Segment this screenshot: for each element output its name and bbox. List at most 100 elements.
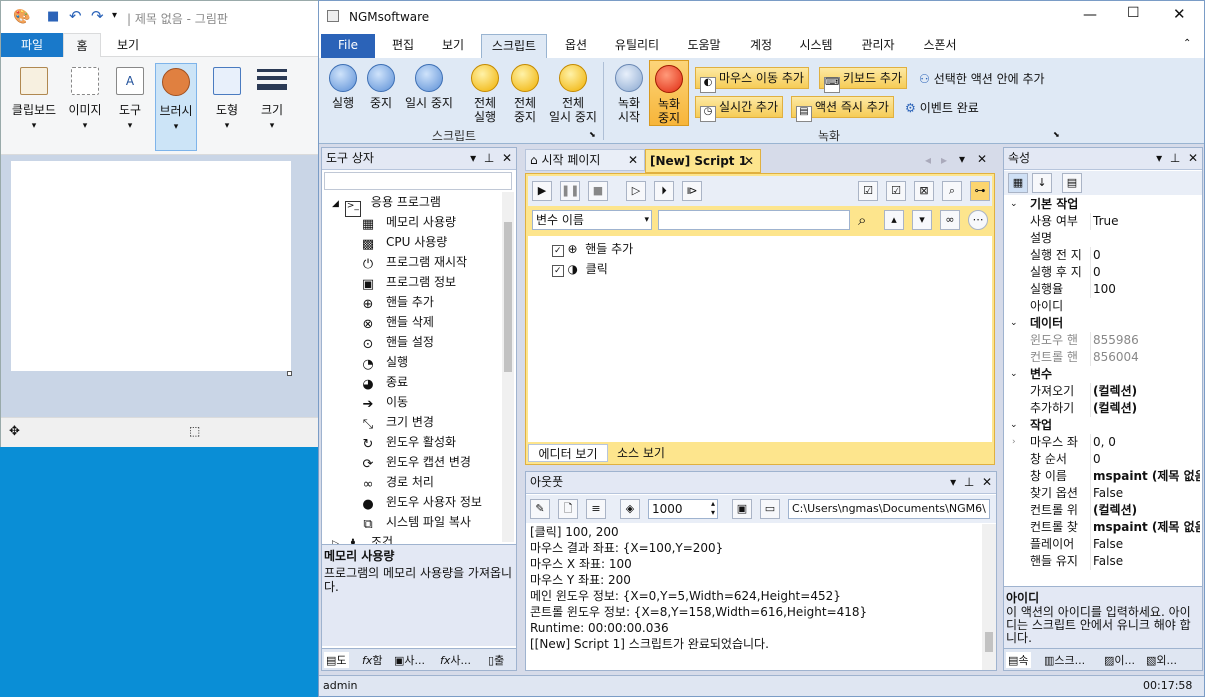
- prop-value[interactable]: 100: [1090, 281, 1200, 298]
- play-icon[interactable]: ▶: [532, 181, 552, 201]
- scroll-thumb[interactable]: [985, 632, 993, 652]
- menu-admin[interactable]: 관리자: [853, 34, 903, 58]
- close-icon[interactable]: ✕: [628, 150, 638, 170]
- toolbox-scrollbar[interactable]: [502, 192, 514, 542]
- collapse-ribbon-icon[interactable]: ⌃: [1183, 38, 1191, 49]
- property-pages-icon[interactable]: ▤: [1062, 173, 1082, 193]
- menu-sponsor[interactable]: 스폰서: [915, 34, 965, 58]
- prop-row[interactable]: 플레이어 False: [1004, 536, 1198, 553]
- output-scrollbar[interactable]: [982, 524, 996, 670]
- dropdown-icon[interactable]: ▾: [959, 152, 965, 166]
- tab-user-1[interactable]: ▣사...: [394, 652, 425, 668]
- dropdown-icon[interactable]: ▾: [1156, 151, 1162, 165]
- tree-view-icon[interactable]: ⊶: [970, 181, 990, 201]
- menu-view[interactable]: 보기: [431, 34, 475, 58]
- stop-all-button[interactable]: 전체 중지: [505, 64, 545, 124]
- realtime-add-button[interactable]: ◷ 실시간 추가: [695, 96, 784, 122]
- quick-access-dropdown-icon[interactable]: ▾: [112, 10, 117, 21]
- brush-group[interactable]: 브러시 ▾: [155, 63, 197, 151]
- play-box-icon[interactable]: ⏵: [654, 181, 674, 201]
- redo-icon[interactable]: ↷: [91, 7, 104, 25]
- tab-image[interactable]: ▨이...: [1104, 652, 1135, 668]
- prop-row[interactable]: 핸들 유지 False: [1004, 553, 1198, 570]
- prop-row[interactable]: 사용 여부 True: [1004, 213, 1198, 230]
- tab-script-1[interactable]: [New] Script 1 ✕: [645, 149, 761, 173]
- close-icon[interactable]: ✕: [1188, 151, 1198, 165]
- menu-script[interactable]: 스크립트: [481, 34, 547, 58]
- prop-value[interactable]: False: [1090, 553, 1200, 570]
- spinner-icon[interactable]: ▴ ▾: [711, 499, 715, 517]
- categorized-icon[interactable]: ▦: [1008, 173, 1028, 193]
- tree-item-run[interactable]: ◔ 실행: [360, 352, 408, 372]
- menu-account[interactable]: 계정: [741, 34, 781, 58]
- mouse-move-add-button[interactable]: ◐ 마우스 이동 추가: [695, 67, 809, 93]
- tab-script[interactable]: ▥스크...: [1044, 652, 1085, 668]
- tree-item-window-activate[interactable]: ↻ 윈도우 활성화: [360, 432, 457, 452]
- paint-tab-file[interactable]: 파일: [1, 33, 63, 57]
- prop-row[interactable]: 창 이름 mspaint (제목 없음: [1004, 468, 1200, 485]
- close-icon[interactable]: ✕: [744, 150, 754, 172]
- pin-icon[interactable]: ⊥: [484, 151, 494, 165]
- run-button[interactable]: 실행: [323, 64, 363, 110]
- menu-utility[interactable]: 유틸리티: [607, 34, 667, 58]
- tab-user-2[interactable]: fx사...: [440, 652, 471, 668]
- prop-value[interactable]: mspaint (제목 없음: [1090, 468, 1200, 485]
- play-frame-icon[interactable]: ⧐: [682, 181, 702, 201]
- prop-row[interactable]: 실행 후 지 0: [1004, 264, 1198, 281]
- prop-row[interactable]: › 마우스 좌 0, 0: [1004, 434, 1198, 451]
- search-icon[interactable]: ⌕: [858, 211, 866, 229]
- paint-tab-view[interactable]: 보기: [105, 33, 151, 57]
- variable-search-input[interactable]: [658, 210, 850, 230]
- pause-all-button[interactable]: 전체 일시 중지: [545, 64, 601, 124]
- move-up-icon[interactable]: ▴: [884, 210, 904, 230]
- prop-value[interactable]: (컬렉션): [1090, 502, 1200, 519]
- prop-row[interactable]: 아이디: [1004, 298, 1198, 315]
- tree-root-application[interactable]: ◢ >_ 응용 프로그램: [332, 192, 441, 217]
- prop-row[interactable]: 설명: [1004, 230, 1198, 247]
- pause-button[interactable]: 일시 중지: [401, 64, 457, 110]
- prop-row[interactable]: 실행 전 지 0: [1004, 247, 1198, 264]
- tree-item-restart[interactable]: ⏻ 프로그램 재시작: [360, 252, 467, 272]
- scroll-thumb[interactable]: [504, 222, 512, 372]
- tab-properties[interactable]: ▤속: [1006, 652, 1031, 668]
- prop-row[interactable]: 실행율 100: [1004, 281, 1198, 298]
- prop-value[interactable]: (컬렉션): [1090, 383, 1200, 400]
- check-all-icon[interactable]: ☑: [858, 181, 878, 201]
- prop-value[interactable]: False: [1090, 536, 1200, 553]
- paint-tab-home[interactable]: 홈: [63, 33, 101, 57]
- prop-value[interactable]: True: [1090, 213, 1200, 230]
- eraser-icon[interactable]: ◈: [620, 499, 640, 519]
- loop-icon[interactable]: ∞: [940, 210, 960, 230]
- undo-icon[interactable]: ↶: [69, 7, 82, 25]
- record-start-button[interactable]: 녹화 시작: [609, 64, 649, 124]
- tree-item-program-info[interactable]: ▣ 프로그램 정보: [360, 272, 456, 292]
- checkbox-checked-icon[interactable]: ✓: [552, 245, 564, 257]
- tree-item-handle-set[interactable]: ⊙ 핸들 설정: [360, 332, 434, 352]
- folder-icon[interactable]: ▭: [760, 499, 780, 519]
- prop-row[interactable]: 창 순서 0: [1004, 451, 1198, 468]
- line-count-input[interactable]: 1000 ▴ ▾: [648, 499, 718, 519]
- paint-canvas[interactable]: [11, 161, 291, 371]
- script-node-click[interactable]: ✓ ◑ 클릭: [552, 260, 608, 277]
- prop-category[interactable]: ⌄ 데이터: [1004, 315, 1198, 332]
- save-icon[interactable]: ■: [47, 9, 59, 24]
- tree-item-handle-add[interactable]: ⊕ 핸들 추가: [360, 292, 434, 312]
- record-stop-button[interactable]: 녹화 중지: [649, 60, 689, 126]
- dialog-launcher-icon[interactable]: ⬊: [589, 130, 596, 139]
- checkbox-checked-icon[interactable]: ✓: [552, 265, 564, 277]
- minimize-icon[interactable]: —: [1083, 7, 1097, 23]
- search-icon[interactable]: ⌕: [942, 181, 962, 201]
- prop-value[interactable]: 0: [1090, 451, 1200, 468]
- keyboard-add-button[interactable]: ⌨ 키보드 추가: [819, 67, 908, 93]
- tab-source-view[interactable]: 소스 보기: [608, 444, 674, 462]
- tab-output[interactable]: ▯출: [488, 652, 504, 668]
- tree-item-file-copy[interactable]: ⧉ 시스템 파일 복사: [360, 512, 471, 532]
- tab-external[interactable]: ▧외...: [1146, 652, 1177, 668]
- toolbox-search-input[interactable]: [324, 172, 512, 190]
- list-icon[interactable]: ≡: [586, 499, 606, 519]
- move-down-icon[interactable]: ▾: [912, 210, 932, 230]
- more-icon[interactable]: ⋯: [968, 210, 988, 230]
- run-all-button[interactable]: 전체 실행: [465, 64, 505, 124]
- tab-functions[interactable]: fx함: [362, 652, 383, 668]
- clipboard-group[interactable]: 클립보드 ▾: [7, 63, 61, 151]
